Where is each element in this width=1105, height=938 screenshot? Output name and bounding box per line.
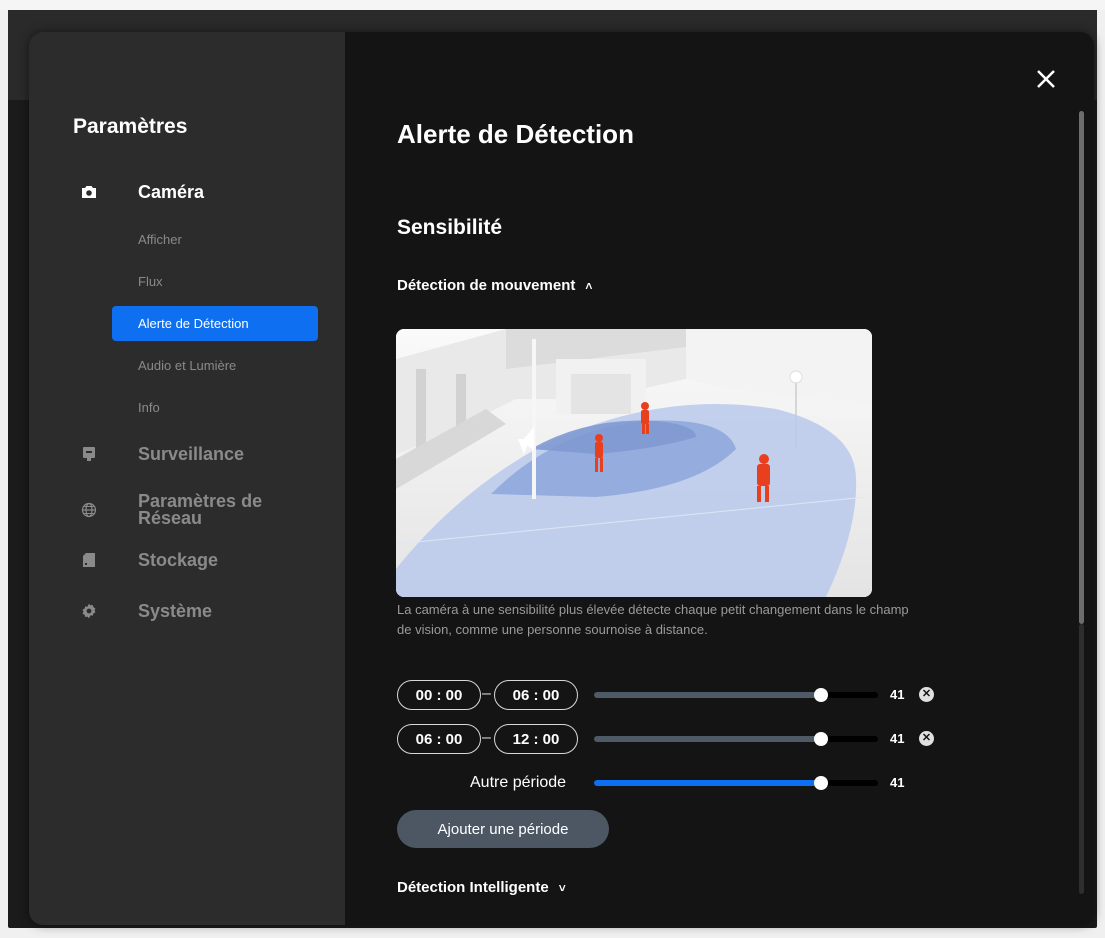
page-title: Alerte de Détection xyxy=(397,119,634,149)
sidebar-subitem-detection-alert[interactable]: Alerte de Détection xyxy=(112,306,318,341)
globe-icon xyxy=(81,502,97,518)
sidebar-subitem-stream[interactable]: Flux xyxy=(112,264,318,299)
chevron-down-icon: ˅ xyxy=(558,880,566,895)
sidebar-item-surveillance[interactable]: Surveillance xyxy=(29,438,345,470)
slider-handle[interactable] xyxy=(814,776,828,790)
camera-icon xyxy=(81,184,97,200)
end-time-field[interactable]: 12 : 00 xyxy=(494,724,578,754)
chevron-up-icon: ˄ xyxy=(585,278,593,293)
section-title: Sensibilité xyxy=(397,216,503,239)
backdrop-top xyxy=(0,0,1105,10)
other-period-label: Autre période xyxy=(470,774,567,791)
remove-period-button[interactable]: ✕ xyxy=(919,731,934,746)
period-row: 00 : 00 – 06 : 00 41 ✕ xyxy=(397,680,997,710)
slider-fill xyxy=(594,736,821,742)
sidebar: Paramètres Caméra Afficher Flux Alerte d… xyxy=(29,32,345,925)
sensitivity-slider[interactable] xyxy=(594,732,878,746)
add-period-button[interactable]: Ajouter une période xyxy=(397,810,609,848)
sidebar-item-label: Paramètres de Réseau xyxy=(138,491,263,528)
sensitivity-slider[interactable] xyxy=(594,776,878,790)
sidebar-item-label: Stockage xyxy=(138,549,219,570)
range-separator: – xyxy=(482,729,491,746)
sidebar-item-label: Surveillance xyxy=(138,443,245,464)
monitor-icon xyxy=(81,446,97,462)
period-row: 06 : 00 – 12 : 00 41 ✕ xyxy=(397,724,997,754)
gear-icon xyxy=(81,603,97,619)
close-icon xyxy=(1037,70,1055,88)
sensitivity-value: 41 xyxy=(890,775,905,790)
sensitivity-slider[interactable] xyxy=(594,688,878,702)
sidebar-item-label: Caméra xyxy=(138,181,205,202)
close-button[interactable] xyxy=(1034,68,1058,92)
sidebar-subitem-audio-light[interactable]: Audio et Lumière xyxy=(112,348,318,383)
sidebar-item-label: Système xyxy=(138,600,213,621)
motion-detection-header[interactable]: Détection de mouvement ˄ xyxy=(397,277,592,294)
sensitivity-value: 41 xyxy=(890,731,905,746)
other-period-row: Autre période 41 xyxy=(397,768,997,798)
remove-period-button[interactable]: ✕ xyxy=(919,687,934,702)
storage-icon xyxy=(81,552,97,568)
close-icon: ✕ xyxy=(921,688,932,700)
sidebar-subitem-info[interactable]: Info xyxy=(112,390,318,425)
sidebar-title: Paramètres xyxy=(73,115,188,138)
scrollbar-thumb[interactable] xyxy=(1079,111,1084,624)
settings-modal: Paramètres Caméra Afficher Flux Alerte d… xyxy=(29,32,1094,925)
slider-handle[interactable] xyxy=(814,688,828,702)
smart-detection-header[interactable]: Détection Intelligente ˅ xyxy=(397,879,566,896)
detection-illustration xyxy=(396,329,872,597)
start-time-field[interactable]: 06 : 00 xyxy=(397,724,481,754)
end-time-field[interactable]: 06 : 00 xyxy=(494,680,578,710)
sidebar-subitem-display[interactable]: Afficher xyxy=(112,222,318,257)
sidebar-item-network[interactable]: Paramètres de Réseau xyxy=(29,490,345,530)
sensitivity-value: 41 xyxy=(890,687,905,702)
smart-detection-label: Détection Intelligente xyxy=(397,879,549,896)
slider-fill xyxy=(594,780,821,786)
slider-fill xyxy=(594,692,821,698)
start-time-field[interactable]: 00 : 00 xyxy=(397,680,481,710)
slider-handle[interactable] xyxy=(814,732,828,746)
sidebar-item-storage[interactable]: Stockage xyxy=(29,544,345,576)
scrollbar-track[interactable] xyxy=(1079,624,1084,894)
range-separator: – xyxy=(482,685,491,702)
sidebar-item-system[interactable]: Système xyxy=(29,595,345,627)
sidebar-item-camera[interactable]: Caméra xyxy=(29,176,345,208)
close-icon: ✕ xyxy=(921,732,932,744)
motion-detection-label: Détection de mouvement xyxy=(397,277,576,294)
sensitivity-description: La caméra à une sensibilité plus élevée … xyxy=(397,602,909,637)
